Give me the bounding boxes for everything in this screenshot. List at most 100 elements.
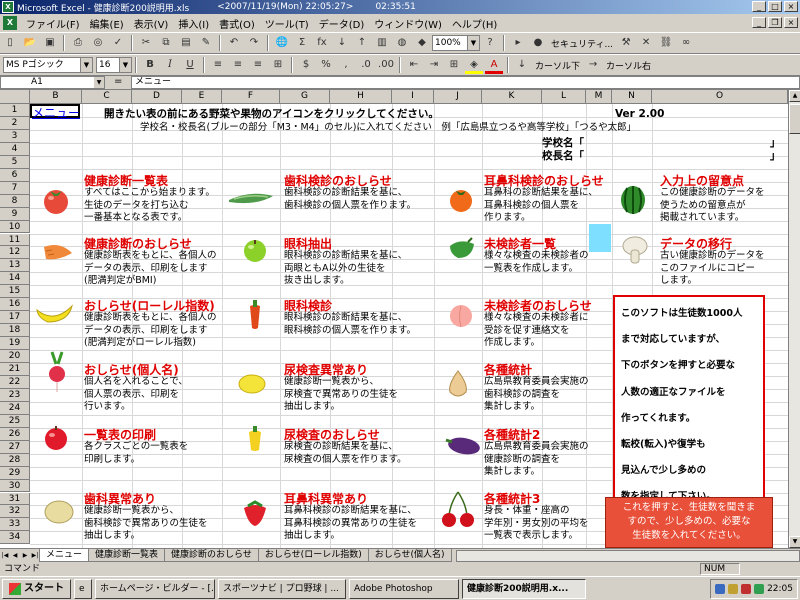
record-icon[interactable]: ●	[529, 34, 547, 52]
column-header-N[interactable]: N	[612, 90, 652, 104]
row-header-13[interactable]: 13	[0, 259, 30, 273]
red-apple-icon[interactable]	[42, 422, 70, 452]
close-button[interactable]: ×	[784, 1, 798, 12]
column-header-L[interactable]: L	[542, 90, 586, 104]
zoom-select[interactable]: 100% ▼	[432, 35, 480, 51]
menu-edit[interactable]: 編集(E)	[85, 16, 129, 31]
tray-update-icon[interactable]	[754, 584, 765, 594]
row-header-29[interactable]: 29	[0, 466, 30, 480]
task-photoshop[interactable]: Adobe Photoshop	[349, 578, 459, 599]
select-all-corner[interactable]	[0, 90, 30, 104]
print-preview-icon[interactable]: ◎	[89, 34, 107, 52]
task-sportsnavi[interactable]: スポーツナビ | プロ野球 | ...	[218, 578, 346, 599]
row-header-12[interactable]: 12	[0, 246, 30, 260]
sheet-tab-personal[interactable]: おしらせ(個人名)	[367, 549, 452, 562]
banana-icon[interactable]	[34, 300, 76, 328]
minimize-button[interactable]: _	[752, 1, 766, 12]
worksheet-grid[interactable]: B C D E F G H I J K L M N O 1 2 3 4 5 6 7 8 9 10 11 12 13 14 15 16 17 1…	[0, 90, 788, 548]
onion-icon[interactable]	[444, 368, 472, 402]
column-header-G[interactable]: G	[280, 90, 330, 104]
column-header-K[interactable]: K	[482, 90, 542, 104]
excel-app-icon[interactable]: X	[2, 1, 14, 13]
column-header-B[interactable]: B	[30, 90, 82, 104]
radish-icon[interactable]	[46, 350, 68, 394]
persimmon-icon[interactable]	[446, 184, 476, 214]
row-header-30[interactable]: 30	[0, 479, 30, 493]
row-header-22[interactable]: 22	[0, 375, 30, 389]
row-header-17[interactable]: 17	[0, 311, 30, 325]
comma-icon[interactable]: ,	[337, 56, 355, 74]
column-header-M[interactable]: M	[586, 90, 612, 104]
spelling-icon[interactable]: ✓	[109, 34, 127, 52]
tomato-icon[interactable]	[40, 184, 72, 216]
row-header-26[interactable]: 26	[0, 427, 30, 441]
open-icon[interactable]: 📂	[21, 34, 39, 52]
menu-file[interactable]: ファイル(F)	[21, 16, 85, 31]
first-sheet-icon[interactable]: |◀	[0, 550, 10, 562]
scroll-up-icon[interactable]: ▲	[789, 90, 800, 102]
prev-sheet-icon[interactable]: ◀	[10, 550, 20, 562]
undo-icon[interactable]: ↶	[225, 34, 243, 52]
menu-tools[interactable]: ツール(T)	[260, 16, 314, 31]
doc-minimize-button[interactable]: _	[752, 17, 766, 28]
vertical-scrollbar[interactable]: ▲ ▼	[788, 90, 800, 548]
copy-icon[interactable]: ⧉	[157, 34, 175, 52]
save-icon[interactable]: ▣	[41, 34, 59, 52]
font-name-select[interactable]: MS Pゴシック ▼	[3, 57, 93, 73]
scroll-down-icon[interactable]: ▼	[789, 536, 800, 548]
autosum-icon[interactable]: Σ	[293, 34, 311, 52]
row-header-16[interactable]: 16	[0, 298, 30, 312]
column-header-F[interactable]: F	[222, 90, 280, 104]
row-header-19[interactable]: 19	[0, 337, 30, 351]
row-header-3[interactable]: 3	[0, 129, 30, 143]
ie-quicklaunch-icon[interactable]: e	[74, 578, 92, 599]
row-header-31[interactable]: 31	[0, 492, 30, 506]
strawberry-icon[interactable]	[240, 500, 270, 528]
task-excel[interactable]: 健康診断200説明用.x...	[462, 578, 586, 599]
menu-help[interactable]: ヘルプ(H)	[447, 16, 502, 31]
eggplant-icon[interactable]	[444, 434, 482, 456]
fill-color-icon[interactable]: ◈	[465, 56, 483, 74]
row-header-10[interactable]: 10	[0, 220, 30, 234]
row-header-8[interactable]: 8	[0, 194, 30, 208]
green-apple-icon[interactable]	[240, 234, 270, 264]
security-button[interactable]: セキュリティ...	[548, 37, 616, 50]
menu-insert[interactable]: 挿入(I)	[173, 16, 214, 31]
toolbox-icon[interactable]: ⚒	[617, 34, 635, 52]
row-header-32[interactable]: 32	[0, 505, 30, 519]
underline-icon[interactable]: U	[181, 56, 199, 74]
bold-icon[interactable]: B	[141, 56, 159, 74]
tray-volume-icon[interactable]	[728, 584, 739, 594]
paste-icon[interactable]: ▤	[177, 34, 195, 52]
glasses-icon[interactable]: ∞	[677, 34, 695, 52]
row-header-20[interactable]: 20	[0, 350, 30, 363]
borders-icon[interactable]: ⊞	[445, 56, 463, 74]
row-header-2[interactable]: 2	[0, 116, 30, 130]
column-header-O[interactable]: O	[652, 90, 788, 104]
cursor-right-button[interactable]: カーソル右	[603, 59, 654, 72]
menu-view[interactable]: 表示(V)	[129, 16, 174, 31]
row-header-5[interactable]: 5	[0, 155, 30, 169]
doc-close-button[interactable]: ×	[784, 17, 798, 28]
menu-link[interactable]: メニュー	[32, 107, 80, 120]
scroll-thumb[interactable]	[789, 104, 800, 134]
function-icon[interactable]: fx	[313, 34, 331, 52]
currency-icon[interactable]: $	[297, 56, 315, 74]
increase-decimal-icon[interactable]: .0	[357, 56, 375, 74]
redo-icon[interactable]: ↷	[245, 34, 263, 52]
drawing-icon[interactable]: ◆	[413, 34, 431, 52]
row-header-25[interactable]: 25	[0, 414, 30, 428]
help-icon[interactable]: ?	[481, 34, 499, 52]
column-header-I[interactable]: I	[392, 90, 434, 104]
cut-icon[interactable]: ✂	[137, 34, 155, 52]
column-header-E[interactable]: E	[182, 90, 222, 104]
sheet-tab-list[interactable]: 健康診断一覧表	[88, 549, 166, 562]
sheet-tab-menu[interactable]: メニュー	[39, 549, 90, 562]
font-size-select[interactable]: 16 ▼	[96, 57, 132, 73]
sheet-tab-notice[interactable]: 健康診断のおしらせ	[164, 549, 259, 562]
task-homepage-builder[interactable]: ホームページ・ビルダー - [...	[95, 578, 215, 599]
row-header-23[interactable]: 23	[0, 388, 30, 402]
row-header-4[interactable]: 4	[0, 142, 30, 156]
design-mode-icon[interactable]: ⛓	[657, 34, 675, 52]
sheet-tab-rohrer[interactable]: おしらせ(ローレル指数)	[257, 549, 369, 562]
